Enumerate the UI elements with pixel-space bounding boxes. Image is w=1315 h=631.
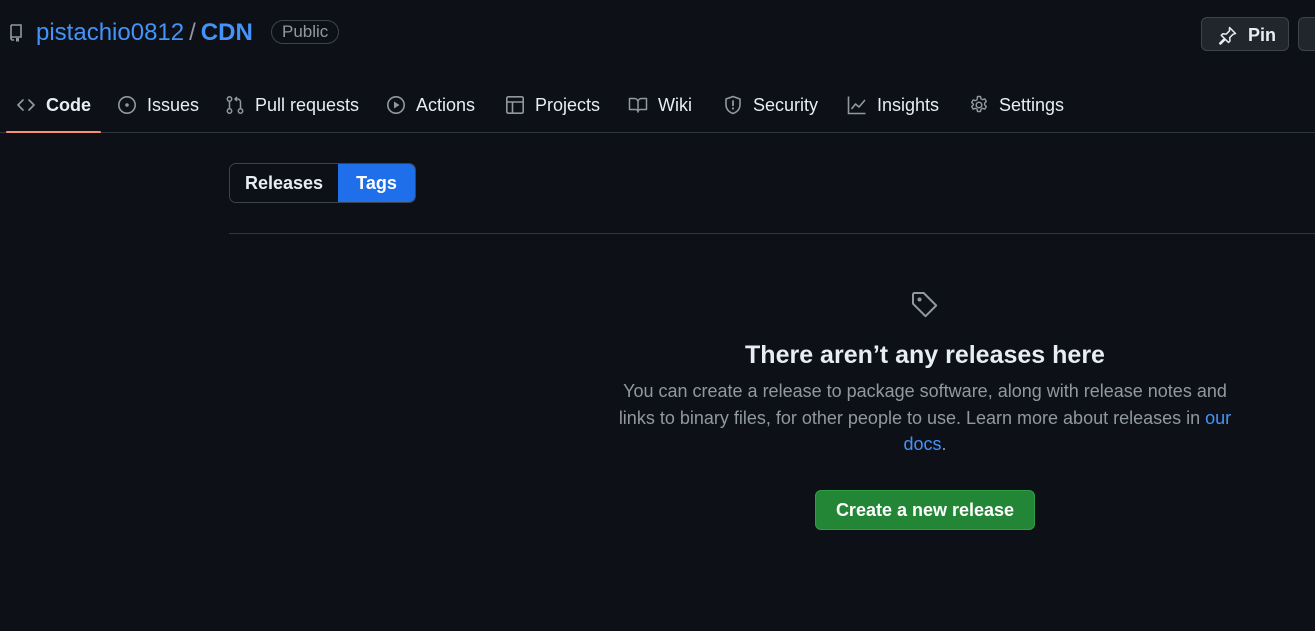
tab-code-label: Code [46,94,91,115]
repo-name-link[interactable]: CDN [201,19,253,46]
gear-icon [971,95,987,113]
tab-pull-requests-label: Pull requests [255,94,360,115]
releases-tags-toggle: Releases Tags [229,163,416,203]
tab-wiki-label: Wiki [658,94,692,115]
pull-request-icon [226,96,244,114]
tab-issues-label: Issues [147,94,200,115]
repo-nav: Code Issues Pull requests Actions Projec… [0,78,1315,133]
releases-toggle-button[interactable]: Releases [230,164,338,202]
empty-state: There aren’t any releases here You can c… [600,290,1250,530]
empty-state-title: There aren’t any releases here [745,341,1105,369]
play-icon [387,96,405,114]
shield-icon [725,95,741,115]
tab-insights-label: Insights [877,94,940,115]
pin-label: Pin [1248,25,1277,45]
repo-path-separator: / [189,19,196,46]
pin-icon [1218,26,1237,45]
tab-projects-label: Projects [535,94,601,115]
tab-actions[interactable]: Actions [386,78,475,132]
pin-button[interactable]: Pin [1201,17,1289,51]
code-icon [17,99,35,111]
tab-security[interactable]: Security [723,78,818,132]
tags-toggle-button[interactable]: Tags [338,164,415,202]
empty-state-trailing: . [941,434,947,454]
tab-pull-requests[interactable]: Pull requests [225,78,359,132]
tab-projects[interactable]: Projects [505,78,600,132]
table-icon [505,95,524,114]
tag-icon [912,292,938,318]
repo-title: pistachio0812/CDN [36,18,253,48]
tab-actions-label: Actions [416,94,476,115]
book-icon [628,97,648,113]
tab-settings[interactable]: Settings [969,78,1064,132]
watch-button[interactable] [1298,17,1315,51]
graph-icon [847,96,866,115]
repo-owner-link[interactable]: pistachio0812 [36,19,184,46]
create-release-button[interactable]: Create a new release [814,489,1036,530]
tab-wiki[interactable]: Wiki [628,78,692,132]
tab-code[interactable]: Code [6,78,101,133]
tab-security-label: Security [753,94,819,115]
empty-state-description: You can create a release to package soft… [615,378,1235,458]
divider [229,233,1315,234]
repo-icon [10,24,22,42]
tab-insights[interactable]: Insights [847,78,939,132]
tab-issues[interactable]: Issues [117,78,199,132]
visibility-badge: Public [271,20,340,44]
issue-icon [118,96,136,114]
empty-state-text: You can create a release to package soft… [618,381,1227,428]
repo-header: pistachio0812/CDN Public Pin [0,0,1315,70]
tab-settings-label: Settings [999,94,1065,115]
